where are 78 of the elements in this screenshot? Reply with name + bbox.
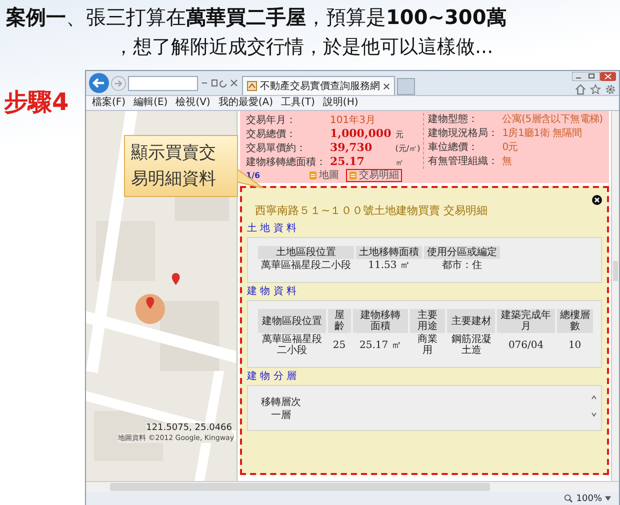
star-icon[interactable] [590, 84, 601, 95]
field-unit: (元/㎡) [395, 143, 420, 154]
field-value: 39,730 [330, 141, 374, 154]
document-icon [309, 171, 317, 180]
home-icon[interactable] [575, 84, 586, 95]
address-tools-icon[interactable] [200, 78, 240, 88]
field-label: 交易總價： [246, 128, 297, 141]
window-controls[interactable] [572, 72, 616, 81]
map-coordinates: 121.5075, 25.0466 [146, 423, 232, 433]
field-label: 建物型態： [428, 113, 480, 126]
menu-item[interactable]: 編輯(E) [134, 97, 168, 109]
action-link[interactable]: 交易明細 [346, 169, 402, 182]
table-cell-text: 萬華區福星段二小段 [260, 333, 323, 357]
step-label: 步驟4 [3, 87, 70, 118]
field-label: 有無管理組織： [428, 155, 498, 168]
field-value: 1,000,000 [330, 127, 392, 140]
column-header: 使用分區或編定 [424, 246, 500, 259]
field-label: 車位總價： [428, 141, 480, 154]
table-cell-text: 商業用 [416, 333, 439, 357]
table-cell-text: 一層 [270, 409, 292, 422]
table-cell-text: 076/04 [507, 338, 545, 352]
table-cell-text: 10 [567, 338, 582, 352]
section-heading: 土 地 資 料 [247, 222, 298, 235]
caret-icon[interactable] [605, 496, 611, 501]
section-heading: 建 物 資 料 [247, 285, 298, 298]
page-icon [247, 81, 257, 91]
menu-item[interactable]: 說明(H) [322, 97, 358, 109]
column-header: 移轉層次 [260, 396, 302, 409]
field-label: 建物移轉總面積： [246, 156, 326, 169]
close-icon[interactable] [383, 82, 390, 90]
address-field[interactable] [128, 76, 198, 90]
column-header: 建築完成年月 [497, 309, 555, 333]
table-cell-text: 25 [332, 338, 347, 352]
callout: 顯示買賣交易明細資料 [124, 135, 238, 197]
table-cell-text: 鋼筋混凝土造 [450, 333, 492, 357]
column-header: 主要用途 [410, 309, 446, 333]
field-value: 1房1廳1衛 無隔間 [502, 127, 582, 140]
scroll-arrows-icon[interactable] [591, 394, 597, 418]
heading-text: ，想了解附近成交行情，於是他可以這樣做... [113, 35, 494, 60]
column-header: 總樓層數 [556, 309, 593, 333]
field-value: 25.17 [330, 155, 366, 168]
zoom-level[interactable]: 100% [576, 494, 602, 504]
document-icon [349, 171, 357, 180]
menu-item[interactable]: 我的最愛(A) [218, 97, 273, 109]
field-value: 公寓(5層含以下無電梯) [502, 113, 603, 126]
field-label: 交易單價約： [246, 142, 307, 155]
table-cell-text: 萬華區福星段二小段 [260, 259, 352, 272]
detail-title: 西寧南路５１~１００號土地建物買賣 交易明細 [255, 203, 488, 218]
field-value: 101年3月 [330, 114, 376, 127]
column-header: 土地區段位置 [258, 246, 354, 259]
column-header: 土地移轉面積 [356, 246, 422, 259]
action-link[interactable]: 地圖 [306, 169, 342, 182]
heading-text: 案例一、張三打算在萬華買二手屋，預算是100~300萬 [6, 4, 508, 31]
close-icon[interactable] [592, 195, 602, 205]
field-value: 無 [502, 155, 513, 168]
zoom-icon[interactable] [564, 494, 574, 503]
horizontal-scrollbar[interactable] [86, 481, 619, 492]
field-value: 0元 [502, 141, 519, 154]
callout-pointer [237, 169, 265, 191]
column-header: 建物移轉面積 [353, 309, 408, 333]
section-heading: 建 物 分 層 [247, 370, 298, 383]
vertical-scrollbar[interactable] [611, 111, 619, 481]
browser-tab[interactable]: 不動產交易實價查詢服務網 [242, 76, 395, 95]
field-unit: 元 [395, 129, 404, 140]
back-button[interactable] [89, 73, 109, 93]
column-header: 屋齡 [328, 309, 351, 333]
table-cell-text: 都市：住 [441, 259, 483, 272]
table-cell-text: 25.17 ㎡ [358, 338, 402, 352]
field-label: 建物現況格局： [428, 127, 498, 140]
table-cell-text: 11.53 ㎡ [367, 259, 411, 272]
column-header: 主要建材 [447, 309, 496, 333]
field-unit: ㎡ [395, 157, 404, 168]
menu-item[interactable]: 檔案(F) [92, 97, 126, 109]
column-header: 建物區段位置 [258, 309, 326, 333]
menu-item[interactable]: 檢視(V) [176, 97, 210, 109]
menu-item[interactable]: 工具(T) [281, 97, 315, 109]
field-label: 交易年月： [246, 114, 297, 127]
settings-icon[interactable] [605, 84, 616, 95]
